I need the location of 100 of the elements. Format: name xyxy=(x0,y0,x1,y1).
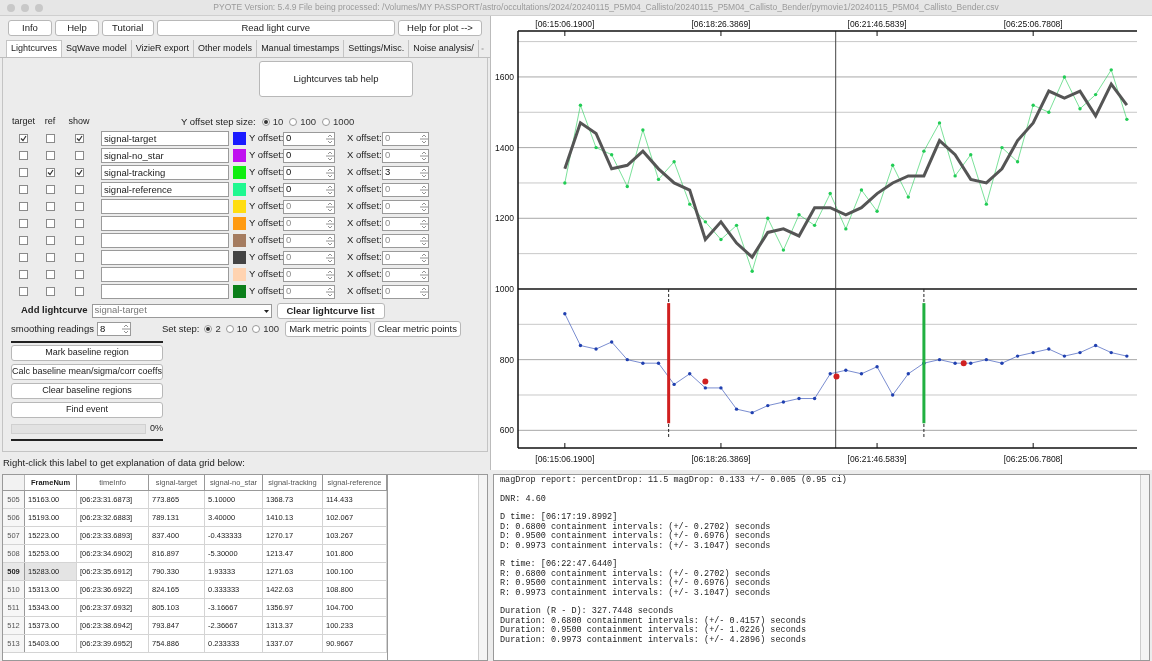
ref-checkbox[interactable] xyxy=(45,287,55,296)
toolbar-button[interactable]: Read light curve xyxy=(156,20,395,36)
lightcurve-dropdown[interactable]: signal-target xyxy=(91,303,272,318)
x-offset-field[interactable]: 0 xyxy=(382,284,429,299)
ref-checkbox[interactable] xyxy=(45,270,55,279)
toolbar-button[interactable]: Tutorial xyxy=(101,20,154,36)
ref-checkbox[interactable] xyxy=(45,185,55,194)
spinner-icon[interactable] xyxy=(420,285,428,298)
spinner-icon[interactable] xyxy=(326,132,334,145)
vertical-scrollbar[interactable] xyxy=(478,475,487,660)
spinner-icon[interactable] xyxy=(326,217,334,230)
ref-checkbox[interactable] xyxy=(45,202,55,211)
show-checkbox[interactable] xyxy=(74,134,84,143)
color-swatch[interactable] xyxy=(233,234,246,247)
spinner-icon[interactable] xyxy=(121,323,130,335)
ref-checkbox[interactable] xyxy=(45,236,55,245)
radio-button[interactable] xyxy=(289,118,298,126)
help-button[interactable]: Lightcurves tab help xyxy=(259,61,413,97)
toolbar-button[interactable]: Info xyxy=(8,20,52,36)
ref-checkbox[interactable] xyxy=(45,151,55,160)
spinner-icon[interactable] xyxy=(326,149,334,162)
radio-button[interactable] xyxy=(225,325,234,333)
target-checkbox[interactable] xyxy=(19,219,28,228)
color-swatch[interactable] xyxy=(233,149,246,162)
spinner-icon[interactable] xyxy=(326,166,334,179)
target-checkbox[interactable] xyxy=(19,270,28,279)
spinner-icon[interactable] xyxy=(420,183,428,196)
spinner-icon[interactable] xyxy=(420,149,428,162)
action-button[interactable]: Calc baseline mean/sigma/corr coeffs xyxy=(11,364,163,380)
curve-name-field[interactable] xyxy=(101,216,229,231)
toolbar-button[interactable]: Help for plot --> xyxy=(398,20,482,36)
action-button[interactable]: Mark baseline region xyxy=(11,345,163,361)
spinner-icon[interactable] xyxy=(420,268,428,281)
show-checkbox[interactable] xyxy=(74,287,84,296)
show-checkbox[interactable] xyxy=(74,219,84,228)
show-checkbox[interactable] xyxy=(74,168,84,177)
toolbar-button[interactable]: Help xyxy=(54,20,99,36)
x-offset-field[interactable]: 0 xyxy=(382,148,429,163)
y-offset-field[interactable]: 0 xyxy=(283,267,335,282)
spinner-icon[interactable] xyxy=(420,251,428,264)
ref-checkbox[interactable] xyxy=(45,219,55,228)
y-offset-field[interactable]: 0 xyxy=(283,233,335,248)
x-offset-field[interactable]: 0 xyxy=(382,233,429,248)
x-offset-field[interactable]: 0 xyxy=(382,199,429,214)
x-offset-field[interactable]: 0 xyxy=(382,182,429,197)
radio-button[interactable] xyxy=(252,325,261,333)
target-checkbox[interactable] xyxy=(19,151,28,160)
x-offset-field[interactable]: 0 xyxy=(382,131,429,146)
curve-name-field[interactable] xyxy=(101,267,229,282)
target-checkbox[interactable] xyxy=(19,134,28,143)
spinner-icon[interactable] xyxy=(420,166,428,179)
radio-button[interactable] xyxy=(204,325,213,333)
color-swatch[interactable] xyxy=(233,166,246,179)
curve-name-field[interactable] xyxy=(101,199,229,214)
grid-corner[interactable] xyxy=(3,475,25,490)
show-checkbox[interactable] xyxy=(74,270,84,279)
x-offset-field[interactable]: 0 xyxy=(382,250,429,265)
color-swatch[interactable] xyxy=(233,183,246,196)
show-checkbox[interactable] xyxy=(74,253,84,262)
clear-lightcurve-button[interactable]: Clear lightcurve list xyxy=(276,302,385,319)
y-offset-field[interactable]: 0 xyxy=(283,199,335,214)
target-checkbox[interactable] xyxy=(19,202,28,211)
y-offset-field[interactable]: 0 xyxy=(283,131,335,146)
y-offset-field[interactable]: 0 xyxy=(283,165,335,180)
target-checkbox[interactable] xyxy=(19,168,28,177)
vertical-scrollbar[interactable] xyxy=(1140,475,1149,660)
color-swatch[interactable] xyxy=(233,132,246,145)
color-swatch[interactable] xyxy=(233,251,246,264)
color-swatch[interactable] xyxy=(233,217,246,230)
target-checkbox[interactable] xyxy=(19,185,28,194)
x-offset-field[interactable]: 0 xyxy=(382,267,429,282)
target-checkbox[interactable] xyxy=(19,236,28,245)
target-checkbox[interactable] xyxy=(19,253,28,262)
show-checkbox[interactable] xyxy=(74,202,84,211)
action-button[interactable]: Find event xyxy=(11,402,163,418)
metric-points-button[interactable]: Mark metric points xyxy=(285,321,371,337)
curve-name-field[interactable]: signal-target xyxy=(101,131,229,146)
tab[interactable]: Lightcurves xyxy=(6,40,63,57)
spinner-icon[interactable] xyxy=(420,200,428,213)
spinner-icon[interactable] xyxy=(326,268,334,281)
action-button[interactable]: Clear baseline regions xyxy=(11,383,163,399)
spinner-icon[interactable] xyxy=(420,234,428,247)
grid-explanation-label[interactable]: Right-click this label to get explanation of data grid below: xyxy=(0,455,490,470)
edge-marker[interactable] xyxy=(667,288,671,439)
radio-button[interactable] xyxy=(322,118,331,126)
spinner-icon[interactable] xyxy=(326,285,334,298)
y-offset-field[interactable]: 0 xyxy=(283,182,335,197)
spinner-icon[interactable] xyxy=(326,200,334,213)
ref-checkbox[interactable] xyxy=(45,253,55,262)
show-checkbox[interactable] xyxy=(74,151,84,160)
y-offset-field[interactable]: 0 xyxy=(283,216,335,231)
spinner-icon[interactable] xyxy=(420,132,428,145)
curve-name-field[interactable] xyxy=(101,233,229,248)
curve-name-field[interactable] xyxy=(101,284,229,299)
curve-name-field[interactable]: signal-reference xyxy=(101,182,229,197)
curve-name-field[interactable]: signal-tracking xyxy=(101,165,229,180)
show-checkbox[interactable] xyxy=(74,185,84,194)
color-swatch[interactable] xyxy=(233,200,246,213)
x-offset-field[interactable]: 3 xyxy=(382,165,429,180)
target-checkbox[interactable] xyxy=(19,287,28,296)
